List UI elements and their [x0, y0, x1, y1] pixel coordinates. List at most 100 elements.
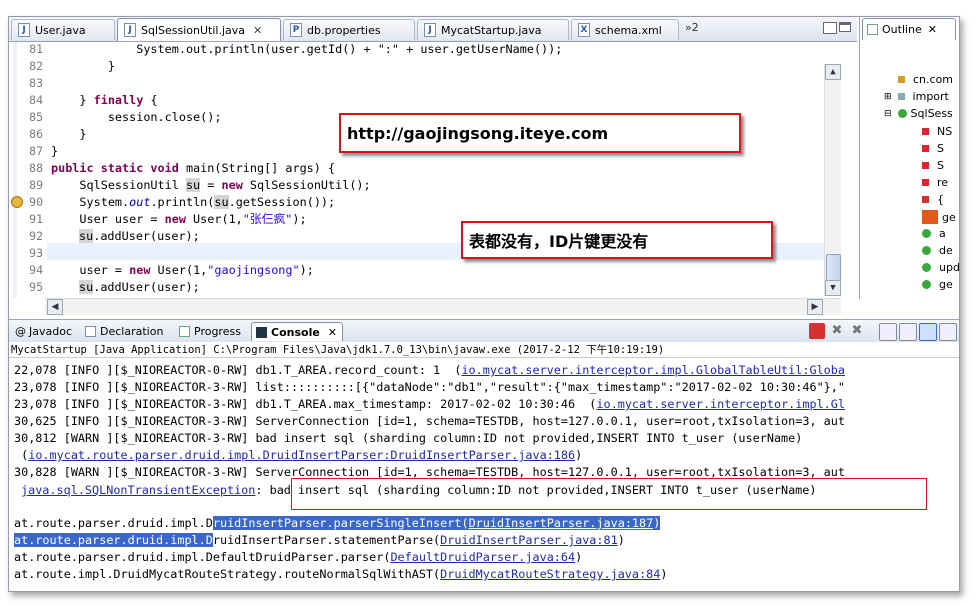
close-icon[interactable]: ✕ [253, 24, 262, 37]
imports-icon [897, 93, 905, 100]
remove-launch-icon[interactable]: ✖ [829, 323, 845, 339]
tab-outline[interactable]: Outline ✕ [862, 18, 956, 40]
stack-link[interactable]: DefaultDruidParser.java:64 [390, 550, 575, 564]
stack-link[interactable]: DruidMycatRouteStrategy.java:84 [440, 567, 660, 581]
annotation-ruler [13, 42, 17, 298]
code-line: } finally { [51, 93, 158, 107]
outline-item[interactable]: { [922, 193, 944, 206]
tab-label: db.properties [307, 23, 381, 37]
tab-progress[interactable]: Progress [175, 322, 245, 341]
tab-label: SqlSessionUtil.java [141, 23, 246, 37]
code-line: su.addUser(user); [79, 280, 200, 294]
code-line: System.out.println(su.getSession()); [51, 195, 336, 209]
declaration-icon [85, 326, 96, 337]
outline-item[interactable]: re [922, 176, 948, 189]
code-line: System.out.println(user.getId() + ":" + … [51, 42, 563, 56]
line-number: 95 [29, 280, 43, 294]
close-icon[interactable]: ✕ [328, 326, 337, 339]
clear-console-icon[interactable] [879, 323, 897, 341]
field-icon [922, 162, 929, 169]
line-number: 81 [29, 42, 43, 56]
scroll-left-icon[interactable]: ◀ [47, 299, 63, 315]
horizontal-scrollbar[interactable]: ◀ ▶ [45, 298, 841, 315]
field-icon [922, 145, 929, 152]
line-number: 91 [29, 212, 43, 226]
panel-tab-bar: @ Javadoc Declaration Progress Console ✕ ✖… [9, 319, 959, 343]
java-file-icon: J [424, 23, 436, 37]
scroll-lock-icon[interactable] [899, 323, 917, 341]
collapse-icon[interactable]: ⊟ [884, 109, 892, 119]
outline-item[interactable]: de [922, 244, 953, 257]
line-number: 93 [29, 246, 43, 260]
tab-label: schema.xml [595, 23, 662, 37]
line-number: 92 [29, 229, 43, 243]
tab-console[interactable]: Console ✕ [251, 322, 343, 341]
code-editor[interactable]: 81 82 83 84 85 86 87 88 89 90 91 92 93 9… [9, 42, 857, 298]
terminate-icon[interactable] [809, 323, 825, 339]
minimize-icon[interactable] [823, 22, 837, 34]
tab-user-java[interactable]: J User.java [11, 19, 115, 40]
exception-link[interactable]: java.sql.SQLNonTransientException [21, 483, 255, 497]
outline-item[interactable]: ge [922, 278, 953, 291]
url-callout: http://gaojingsong.iteye.com [339, 113, 741, 153]
outline-item[interactable]: ⊟ SqlSess [884, 107, 953, 120]
scroll-up-icon[interactable]: ▲ [825, 64, 841, 80]
console-line: at.route.parser.druid.impl.DruidInsertPa… [14, 516, 661, 530]
note-callout: 表都没有，ID片键更没有 [461, 221, 773, 259]
maximize-icon[interactable] [839, 22, 851, 32]
properties-file-icon: P [290, 23, 302, 37]
outline-tab-label: Outline [882, 23, 922, 36]
outline-item[interactable]: upd [922, 261, 959, 274]
tab-overflow-button[interactable]: »2 [685, 21, 699, 34]
tab-db-properties[interactable]: P db.properties [283, 19, 415, 40]
tab-label: Progress [194, 325, 241, 338]
warning-marker-icon[interactable] [11, 196, 23, 208]
scroll-down-icon[interactable]: ▼ [825, 280, 841, 296]
remove-all-icon[interactable]: ✖ [849, 323, 865, 339]
field-icon [922, 128, 929, 135]
pin-console-icon[interactable] [919, 323, 937, 341]
tab-sqlsessionutil-java[interactable]: J SqlSessionUtil.java ✕ [117, 18, 281, 41]
error-highlight-box [291, 478, 927, 510]
code-line: } [51, 127, 87, 141]
console-line: 30,812 [WARN ][$_NIOREACTOR-3-RW] bad in… [14, 431, 803, 445]
line-number: 85 [29, 110, 43, 124]
console-line: 23,078 [INFO ][$_NIOREACTOR-3-RW] db1.T_… [14, 397, 845, 411]
stack-link[interactable]: io.mycat.server.interceptor.impl.Gl [596, 397, 845, 411]
outline-item[interactable]: ⊞ import [884, 90, 949, 103]
line-number: 89 [29, 178, 43, 192]
outline-item[interactable]: a [922, 227, 946, 240]
stack-link[interactable]: DruidInsertParser.java:81 [440, 533, 618, 547]
tab-javadoc[interactable]: @ Javadoc [11, 322, 76, 341]
console-line: 23,078 [INFO ][$_NIOREACTOR-3-RW] list::… [14, 380, 845, 394]
outline-item[interactable]: NS [922, 125, 952, 138]
expand-icon[interactable]: ⊞ [884, 92, 892, 102]
vertical-scrollbar[interactable]: ▲ ▼ [824, 64, 841, 296]
outline-item[interactable]: ge [922, 210, 956, 224]
outline-item[interactable]: S [922, 159, 944, 172]
display-console-icon[interactable] [939, 323, 957, 341]
console-line: at.route.parser.druid.impl.DruidInsertPa… [14, 533, 625, 547]
close-icon[interactable]: ✕ [928, 23, 937, 36]
outline-item[interactable]: cn.com [898, 73, 953, 86]
tab-schema-xml[interactable]: X schema.xml [571, 19, 679, 40]
code-line: session.close(); [51, 110, 222, 124]
stack-link[interactable]: io.mycat.route.parser.druid.impl.DruidIn… [28, 448, 575, 462]
line-number: 87 [29, 144, 43, 158]
class-icon [897, 109, 907, 118]
at-icon: @ [15, 325, 26, 338]
initializer-icon [922, 196, 929, 203]
tab-mycatstartup-java[interactable]: J MycatStartup.java [417, 19, 569, 40]
scroll-right-icon[interactable]: ▶ [807, 299, 823, 315]
stack-link[interactable]: DruidInsertParser.java:187 [468, 516, 654, 530]
console-line: at.route.impl.DruidMycatRouteStrategy.ro… [14, 567, 668, 581]
xml-file-icon: X [578, 23, 590, 37]
line-number: 82 [29, 59, 43, 73]
stack-link[interactable]: io.mycat.server.interceptor.impl.GlobalT… [461, 363, 845, 377]
outline-item[interactable]: S [922, 142, 944, 155]
code-line: su.addUser(user); [79, 229, 200, 243]
method-icon [922, 229, 931, 238]
code-line: } [51, 144, 59, 158]
tab-label: MycatStartup.java [441, 23, 542, 37]
tab-declaration[interactable]: Declaration [81, 322, 167, 341]
